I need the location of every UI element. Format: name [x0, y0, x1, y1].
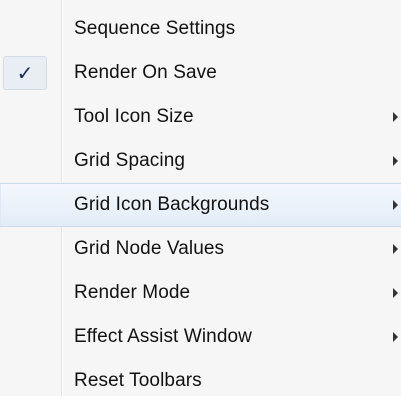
menu-item-label: Render On Save — [74, 62, 217, 83]
checkmark-box: ✓ — [3, 56, 47, 90]
submenu-arrow-icon — [393, 112, 398, 122]
menu-item-label: Grid Node Values — [74, 238, 225, 259]
menu-item-effect-assist-window[interactable]: Effect Assist Window — [0, 315, 401, 359]
menu-item-label: Grid Icon Backgrounds — [74, 194, 270, 215]
context-menu: Sequence Settings ✓ Render On Save Tool … — [0, 0, 401, 396]
menu-item-label: Tool Icon Size — [74, 106, 194, 127]
checkmark-icon: ✓ — [16, 61, 34, 85]
submenu-arrow-icon — [393, 288, 398, 298]
menu-item-reset-toolbars[interactable]: Reset Toolbars — [0, 359, 401, 403]
submenu-arrow-icon — [393, 244, 398, 254]
menu-item-label: Effect Assist Window — [74, 326, 252, 347]
menu-item-label: Sequence Settings — [74, 18, 236, 39]
menu-item-sequence-settings[interactable]: Sequence Settings — [0, 7, 401, 51]
menu-item-label: Render Mode — [74, 282, 191, 303]
submenu-arrow-icon — [393, 332, 398, 342]
submenu-arrow-icon — [393, 200, 398, 210]
menu-item-render-mode[interactable]: Render Mode — [0, 271, 401, 315]
menu-item-grid-node-values[interactable]: Grid Node Values — [0, 227, 401, 271]
menu-item-tool-icon-size[interactable]: Tool Icon Size — [0, 95, 401, 139]
submenu-arrow-icon — [393, 156, 398, 166]
menu-item-label: Grid Spacing — [74, 150, 186, 171]
menu-item-grid-icon-backgrounds[interactable]: Grid Icon Backgrounds — [0, 183, 401, 227]
menu-item-grid-spacing[interactable]: Grid Spacing — [0, 139, 401, 183]
menu-item-render-on-save[interactable]: ✓ Render On Save — [0, 51, 401, 95]
menu-item-label: Reset Toolbars — [74, 370, 202, 391]
